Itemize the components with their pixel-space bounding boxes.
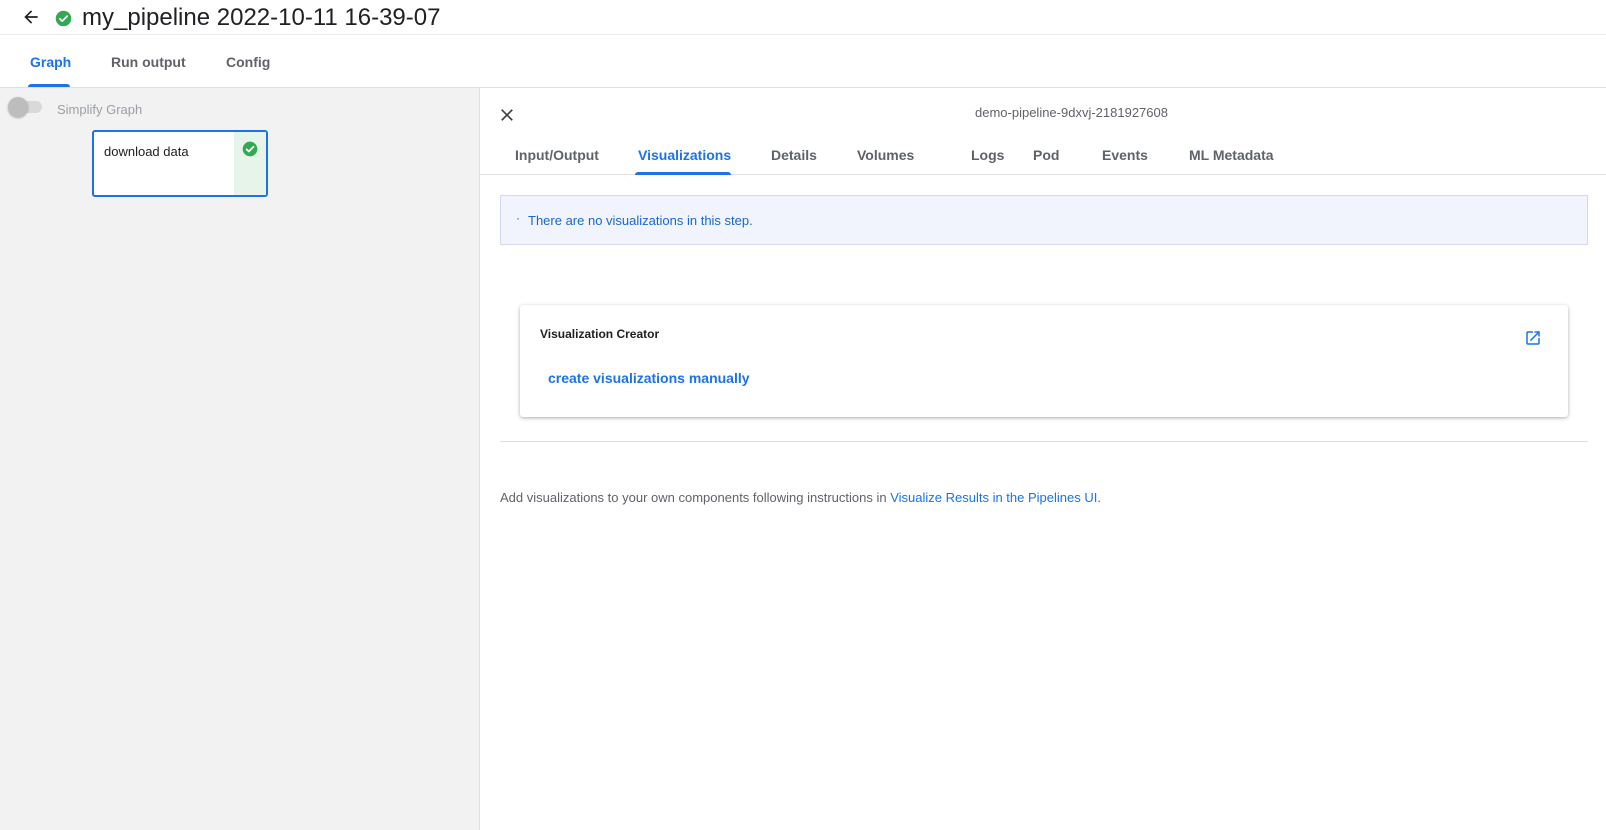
tab-ml-metadata[interactable]: ML Metadata xyxy=(1189,147,1274,163)
bullet-icon: · xyxy=(516,211,520,225)
visualize-results-link[interactable]: Visualize Results in the Pipelines UI xyxy=(890,490,1097,505)
check-circle-icon xyxy=(55,10,72,27)
tab-graph[interactable]: Graph xyxy=(30,54,71,70)
active-tab-indicator xyxy=(28,84,70,87)
footer-text: Add visualizations to your own component… xyxy=(500,490,891,505)
node-details-panel: demo-pipeline-9dxvj-2181927608 Input/Out… xyxy=(480,88,1606,830)
toggle-thumb xyxy=(8,97,28,117)
tab-events[interactable]: Events xyxy=(1102,147,1148,163)
tab-details[interactable]: Details xyxy=(771,147,817,163)
page-header: my_pipeline 2022-10-11 16-39-07 xyxy=(0,0,1606,35)
close-panel-button[interactable] xyxy=(495,103,519,127)
info-banner: · There are no visualizations in this st… xyxy=(500,195,1588,245)
node-label: download data xyxy=(104,144,189,159)
graph-pane: Simplify Graph download data xyxy=(0,88,480,830)
tab-visualizations[interactable]: Visualizations xyxy=(638,147,731,163)
card-title: Visualization Creator xyxy=(540,327,660,341)
no-visualizations-message: There are no visualizations in this step… xyxy=(528,213,753,228)
panel-tab-bar: Input/Output Visualizations Details Volu… xyxy=(480,134,1606,175)
back-button[interactable] xyxy=(18,4,44,30)
tab-run-output[interactable]: Run output xyxy=(111,54,186,70)
simplify-graph-label: Simplify Graph xyxy=(57,102,143,117)
active-tab-indicator xyxy=(635,172,731,175)
open-in-new-icon[interactable] xyxy=(1524,329,1542,347)
simplify-graph-toggle[interactable] xyxy=(8,97,44,117)
graph-node-download-data[interactable]: download data xyxy=(92,130,268,197)
tab-config[interactable]: Config xyxy=(226,54,270,70)
pod-name: demo-pipeline-9dxvj-2181927608 xyxy=(975,105,1168,120)
arrow-back-icon xyxy=(24,10,38,24)
close-icon xyxy=(501,109,513,121)
tab-input-output[interactable]: Input/Output xyxy=(515,147,599,163)
tab-volumes[interactable]: Volumes xyxy=(857,147,914,163)
visualization-creator-card: Visualization Creator create visualizati… xyxy=(520,305,1568,417)
footer-suffix: . xyxy=(1097,490,1101,505)
create-visualizations-link[interactable]: create visualizations manually xyxy=(548,370,750,386)
footer-instructions: Add visualizations to your own component… xyxy=(500,490,1101,505)
tab-pod[interactable]: Pod xyxy=(1033,147,1059,163)
check-circle-icon xyxy=(242,141,258,157)
page-title: my_pipeline 2022-10-11 16-39-07 xyxy=(82,4,441,31)
main-tab-bar: Graph Run output Config xyxy=(0,36,1606,88)
divider xyxy=(500,441,1588,442)
node-status xyxy=(234,132,266,195)
tab-logs[interactable]: Logs xyxy=(971,147,1004,163)
